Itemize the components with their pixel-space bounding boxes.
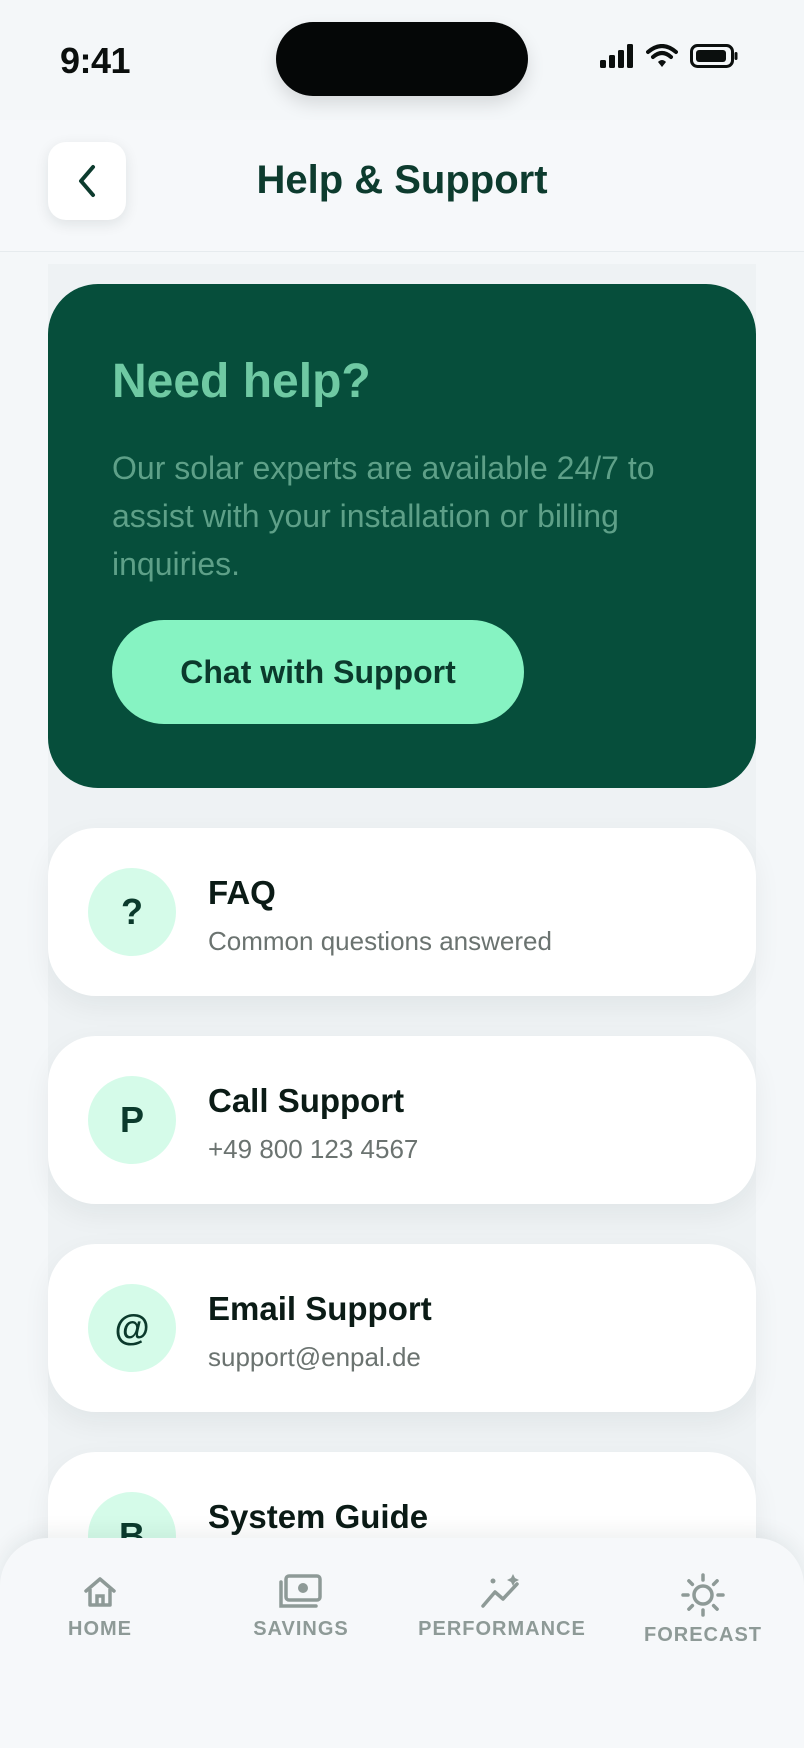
signal-icon <box>600 44 633 68</box>
content-area[interactable]: Need help? Our solar experts are availab… <box>0 252 804 1542</box>
status-bar: 9:41 <box>0 0 804 120</box>
card-title: Email Support <box>208 1290 432 1327</box>
hero-title: Need help? <box>112 355 371 408</box>
hero-description: Our solar experts are available 24/7 to … <box>112 450 655 582</box>
bottom-navigation: HOME SAVINGS PERFORMANCE FORECAST <box>0 1538 804 1748</box>
faq-card[interactable]: ? FAQ Common questions answered <box>48 828 756 996</box>
home-icon <box>84 1577 116 1607</box>
status-time: 9:41 <box>60 40 131 81</box>
email-support-card[interactable]: @ Email Support support@enpal.de <box>48 1244 756 1412</box>
status-icons <box>600 44 738 68</box>
card-title: Call Support <box>208 1082 405 1119</box>
sun-icon <box>681 1573 725 1617</box>
card-subtitle: Common questions answered <box>208 926 552 956</box>
help-support-screen: 9:41 Help & Support Need help? Our solar… <box>0 0 804 1748</box>
page-header: Help & Support <box>0 120 804 252</box>
book-icon: B <box>88 1492 176 1542</box>
money-icon <box>279 1574 322 1608</box>
card-title: FAQ <box>208 874 276 911</box>
dynamic-island <box>276 22 528 96</box>
call-support-card[interactable]: P Call Support +49 800 123 4567 <box>48 1036 756 1204</box>
page-title: Help & Support <box>256 158 548 202</box>
nav-item-performance[interactable]: PERFORMANCE <box>402 1572 602 1641</box>
card-title: System Guide <box>208 1498 429 1535</box>
wifi-icon <box>646 44 678 67</box>
nav-item-forecast[interactable]: FORECAST <box>603 1572 803 1647</box>
chat-support-button[interactable]: Chat with Support <box>112 620 524 724</box>
chart-icon <box>481 1574 519 1608</box>
question-icon: ? <box>88 868 176 956</box>
phone-icon: P <box>88 1076 176 1164</box>
system-guide-card[interactable]: B System Guide <box>48 1452 756 1542</box>
help-hero-card: Need help? Our solar experts are availab… <box>48 284 756 788</box>
nav-item-savings[interactable]: SAVINGS <box>201 1572 401 1641</box>
nav-label: SAVINGS <box>253 1618 349 1640</box>
battery-icon <box>690 44 738 68</box>
nav-label: PERFORMANCE <box>418 1618 586 1640</box>
nav-label: FORECAST <box>644 1624 762 1646</box>
card-subtitle: +49 800 123 4567 <box>208 1134 419 1164</box>
at-icon: @ <box>88 1284 176 1372</box>
nav-item-home[interactable]: HOME <box>0 1572 200 1641</box>
nav-label: HOME <box>68 1618 132 1640</box>
card-subtitle: support@enpal.de <box>208 1342 421 1372</box>
